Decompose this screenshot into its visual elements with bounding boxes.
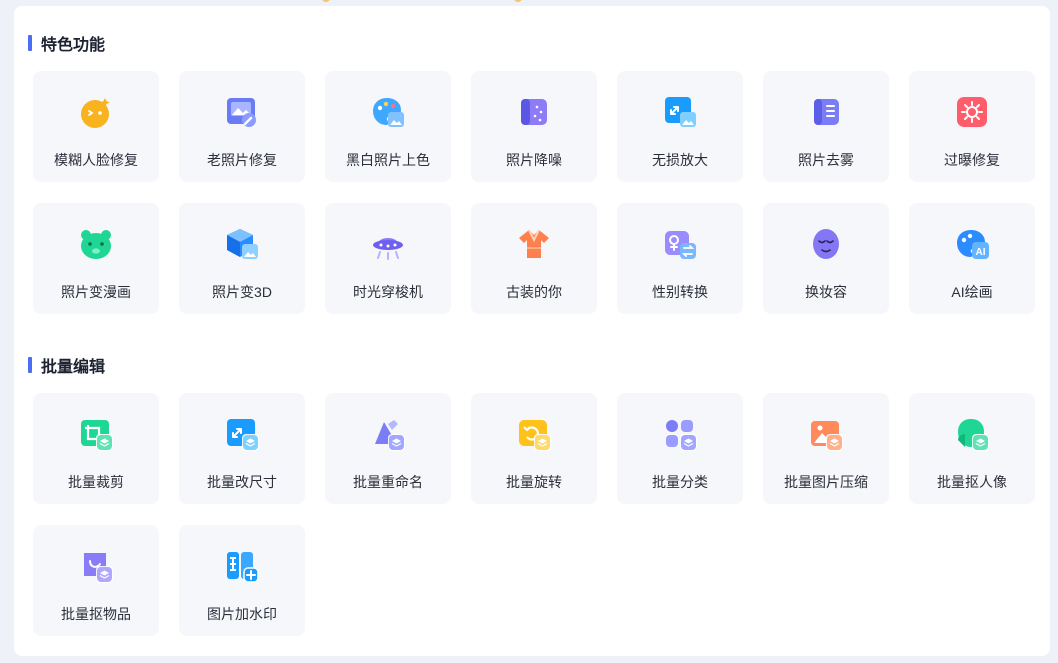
batch-classify-icon xyxy=(662,416,698,452)
lossless-upscale-icon xyxy=(662,94,698,130)
feature-card-time-machine-ufo[interactable]: 时光穿梭机 xyxy=(325,203,451,314)
feature-card-batch-classify[interactable]: 批量分类 xyxy=(617,393,743,504)
feature-card-blur-face-repair[interactable]: 模糊人脸修复 xyxy=(33,71,159,182)
feature-card-lossless-upscale[interactable]: 无损放大 xyxy=(617,71,743,182)
feature-panel: 特色功能 模糊人脸修复 老照片修复 黑白照片上色 照片降噪 无损放大 照片去雾 … xyxy=(14,6,1050,656)
feature-card-batch-portrait-cutout[interactable]: 批量抠人像 xyxy=(909,393,1035,504)
blur-face-repair-icon xyxy=(78,94,114,130)
batch-rename-icon xyxy=(370,416,406,452)
feature-card-label: 时光穿梭机 xyxy=(353,284,423,300)
feature-card-label: 过曝修复 xyxy=(944,152,1000,168)
special-features-grid: 模糊人脸修复 老照片修复 黑白照片上色 照片降噪 无损放大 照片去雾 过曝修复 … xyxy=(33,71,1035,314)
feature-card-label: 批量图片压缩 xyxy=(784,474,868,490)
feature-card-label: AI绘画 xyxy=(951,284,993,300)
decor-dot-left xyxy=(322,0,330,2)
feature-card-label: 照片变漫画 xyxy=(61,284,131,300)
feature-card-overexposure-sun[interactable]: 过曝修复 xyxy=(909,71,1035,182)
batch-resize-icon xyxy=(224,416,260,452)
feature-card-label: 批量抠人像 xyxy=(937,474,1007,490)
feature-card-label: 换妆容 xyxy=(805,284,847,300)
feature-card-label: 批量抠物品 xyxy=(61,606,131,622)
section-title-special: 特色功能 xyxy=(28,32,105,54)
feature-card-label: 古装的你 xyxy=(506,284,562,300)
feature-card-batch-resize[interactable]: 批量改尺寸 xyxy=(179,393,305,504)
feature-card-makeup-face[interactable]: 换妆容 xyxy=(763,203,889,314)
feature-card-ancient-costume[interactable]: 古装的你 xyxy=(471,203,597,314)
denoise-icon xyxy=(516,94,552,130)
feature-card-label: 批量改尺寸 xyxy=(207,474,277,490)
batch-portrait-cutout-icon xyxy=(954,416,990,452)
feature-card-colorize-palette[interactable]: 黑白照片上色 xyxy=(325,71,451,182)
feature-card-batch-rotate[interactable]: 批量旋转 xyxy=(471,393,597,504)
feature-card-label: 老照片修复 xyxy=(207,152,277,168)
gender-swap-icon xyxy=(662,226,698,262)
feature-card-dehaze[interactable]: 照片去雾 xyxy=(763,71,889,182)
feature-card-label: 照片降噪 xyxy=(506,152,562,168)
feature-card-label: 性别转换 xyxy=(652,284,708,300)
feature-card-label: 照片去雾 xyxy=(798,152,854,168)
add-watermark-icon xyxy=(224,548,260,584)
section-title-batch: 批量编辑 xyxy=(28,354,105,376)
svg-text:AI: AI xyxy=(976,247,986,258)
section-title-text: 特色功能 xyxy=(41,37,106,54)
old-photo-repair-icon xyxy=(224,94,260,130)
feature-card-cartoon-bear[interactable]: 照片变漫画 xyxy=(33,203,159,314)
batch-object-cutout-icon xyxy=(78,548,114,584)
makeup-face-icon xyxy=(808,226,844,262)
feature-card-old-photo-repair[interactable]: 老照片修复 xyxy=(179,71,305,182)
feature-card-gender-swap[interactable]: 性别转换 xyxy=(617,203,743,314)
feature-card-label: 批量裁剪 xyxy=(68,474,124,490)
section-accent-bar xyxy=(28,35,32,51)
feature-card-batch-rename[interactable]: 批量重命名 xyxy=(325,393,451,504)
cartoon-bear-icon xyxy=(78,226,114,262)
feature-card-label: 图片加水印 xyxy=(207,606,277,622)
feature-card-ai-painting[interactable]: AI AI绘画 xyxy=(909,203,1035,314)
dehaze-icon xyxy=(808,94,844,130)
feature-card-label: 批量分类 xyxy=(652,474,708,490)
section-accent-bar xyxy=(28,357,32,373)
feature-card-label: 照片变3D xyxy=(212,284,272,300)
feature-card-label: 模糊人脸修复 xyxy=(54,152,138,168)
overexposure-sun-icon xyxy=(954,94,990,130)
batch-crop-icon xyxy=(78,416,114,452)
time-machine-ufo-icon xyxy=(370,226,406,262)
batch-edit-grid: 批量裁剪 批量改尺寸 批量重命名 批量旋转 批量分类 批量图片压缩 批量抠人像 … xyxy=(33,393,1035,636)
feature-card-denoise[interactable]: 照片降噪 xyxy=(471,71,597,182)
ancient-costume-icon xyxy=(516,226,552,262)
ai-painting-icon: AI xyxy=(954,226,990,262)
feature-card-batch-crop[interactable]: 批量裁剪 xyxy=(33,393,159,504)
feature-card-label: 批量重命名 xyxy=(353,474,423,490)
feature-card-photo-3d-cube[interactable]: 照片变3D xyxy=(179,203,305,314)
photo-3d-cube-icon xyxy=(224,226,260,262)
colorize-palette-icon xyxy=(370,94,406,130)
feature-card-label: 批量旋转 xyxy=(506,474,562,490)
feature-card-add-watermark[interactable]: 图片加水印 xyxy=(179,525,305,636)
batch-rotate-icon xyxy=(516,416,552,452)
section-title-text: 批量编辑 xyxy=(41,359,106,376)
feature-card-label: 无损放大 xyxy=(652,152,708,168)
batch-compress-icon xyxy=(808,416,844,452)
feature-card-batch-object-cutout[interactable]: 批量抠物品 xyxy=(33,525,159,636)
feature-card-label: 黑白照片上色 xyxy=(346,152,430,168)
feature-card-batch-compress[interactable]: 批量图片压缩 xyxy=(763,393,889,504)
decor-dot-right xyxy=(514,0,522,2)
